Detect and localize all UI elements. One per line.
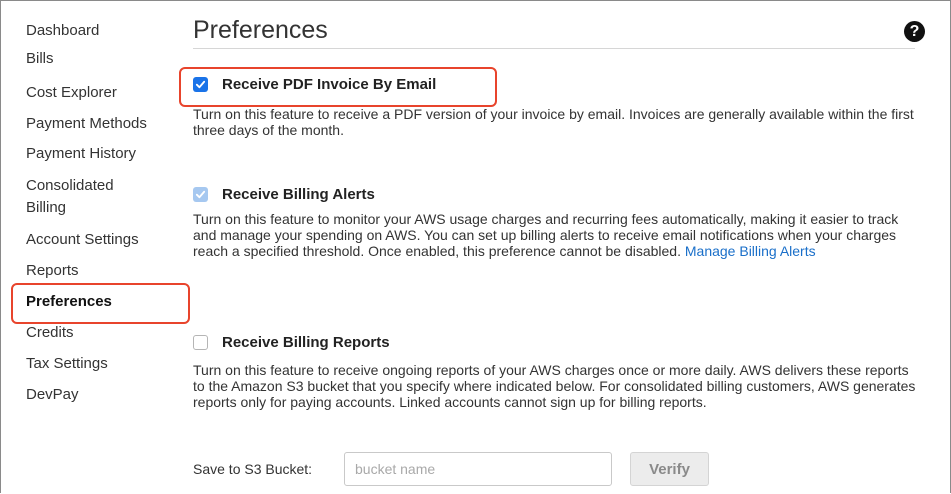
manage-billing-alerts-link[interactable]: Manage Billing Alerts [685,243,816,259]
sidebar-item-label: Consolidated [26,177,114,194]
sidebar-item-reports[interactable]: Reports [26,260,79,282]
sidebar-item-consolidated-billing[interactable]: Consolidated Billing [26,175,114,219]
checkmark-icon [195,190,206,199]
billing-reports-label: Receive Billing Reports [222,334,390,351]
pdf-invoice-option: Receive PDF Invoice By Email [193,76,436,93]
help-icon[interactable]: ? [904,21,925,42]
billing-reports-checkbox[interactable] [193,335,208,350]
checkmark-icon [195,80,206,89]
s3-bucket-label: Save to S3 Bucket: [193,461,313,477]
sidebar-item-payment-history[interactable]: Payment History [26,143,136,165]
billing-alerts-checkbox [193,187,208,202]
s3-bucket-input[interactable] [344,452,612,486]
sidebar-item-cost-explorer[interactable]: Cost Explorer [26,82,117,104]
sidebar-item-tax-settings[interactable]: Tax Settings [26,353,108,375]
billing-alerts-option: Receive Billing Alerts [193,186,375,203]
title-divider [193,48,915,49]
sidebar-item-dashboard[interactable]: Dashboard [26,20,99,42]
sidebar-item-account-settings[interactable]: Account Settings [26,229,139,251]
billing-alerts-label: Receive Billing Alerts [222,186,375,203]
billing-reports-description: Turn on this feature to receive ongoing … [193,362,916,410]
sidebar-item-bills[interactable]: Bills [26,50,54,68]
sidebar-item-label: Billing [26,199,67,216]
pdf-invoice-label: Receive PDF Invoice By Email [222,76,437,93]
page-title: Preferences [193,16,328,44]
sidebar-item-devpay[interactable]: DevPay [26,384,79,406]
sidebar-item-preferences[interactable]: Preferences [26,291,112,313]
billing-alerts-description: Turn on this feature to monitor your AWS… [193,211,923,259]
pdf-invoice-checkbox[interactable] [193,77,208,92]
pdf-invoice-description: Turn on this feature to receive a PDF ve… [193,106,914,138]
verify-button[interactable]: Verify [630,452,709,486]
sidebar-item-payment-methods[interactable]: Payment Methods [26,113,147,135]
billing-reports-option: Receive Billing Reports [193,334,390,351]
sidebar-item-credits[interactable]: Credits [26,322,74,344]
